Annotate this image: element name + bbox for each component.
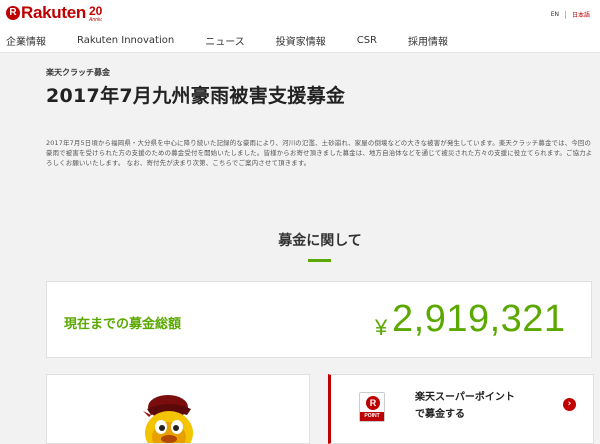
- article-body: 2017年7月5日頃から福岡県・大分県を中心に降り続いた記録的な豪雨により、河川…: [46, 139, 593, 167]
- donation-section-title: 募金に関して: [278, 233, 362, 249]
- page-title: 2017年7月九州豪雨被害支援募金: [46, 85, 346, 107]
- nav-item-careers[interactable]: 採用情報: [408, 33, 448, 48]
- currency-symbol: ¥: [375, 315, 388, 340]
- anniversary-number: 20: [88, 4, 103, 18]
- language-switcher: EN 日本語: [551, 10, 590, 19]
- nav-item-corporate[interactable]: 企業情報: [6, 33, 46, 48]
- mascot-card: [46, 374, 310, 444]
- point-icon-tag: POINT: [360, 412, 384, 421]
- anniversary-label: Anniv.: [88, 17, 103, 23]
- point-donation-line2: で募金する: [415, 409, 465, 420]
- point-icon-letter: R: [366, 396, 380, 410]
- nav-item-csr[interactable]: CSR: [357, 35, 377, 46]
- section-divider: [308, 259, 331, 262]
- nav-item-innovation[interactable]: Rakuten Innovation: [77, 35, 174, 46]
- donation-total-card: 現在までの募金総額 ¥ 2,919,321: [46, 281, 592, 358]
- nav-item-investors[interactable]: 投資家情報: [276, 33, 326, 48]
- chevron-right-icon[interactable]: ›: [563, 398, 576, 411]
- point-donation-label: 楽天スーパーポイント で募金する: [415, 389, 515, 423]
- anniversary-badge: 20 Anniv.: [89, 5, 103, 23]
- rakuten-logo[interactable]: R Rakuten 20 Anniv.: [6, 4, 103, 23]
- point-donation-line1: 楽天スーパーポイント: [415, 392, 515, 403]
- global-nav: 企業情報 Rakuten Innovation ニュース 投資家情報 CSR 採…: [0, 28, 600, 53]
- donation-total-value: 2,919,321: [392, 298, 566, 340]
- lang-en-link[interactable]: EN: [551, 11, 559, 18]
- nav-item-news[interactable]: ニュース: [205, 33, 245, 48]
- top-bar: R Rakuten 20 Anniv. EN 日本語: [0, 0, 600, 28]
- logo-text: Rakuten: [21, 3, 86, 22]
- point-donation-card[interactable]: R POINT 楽天スーパーポイント で募金する ›: [328, 374, 594, 444]
- rakuten-point-icon: R POINT: [359, 392, 385, 422]
- lang-ja-link[interactable]: 日本語: [572, 10, 590, 19]
- rakuten-r-icon: R: [6, 6, 20, 20]
- donation-total-label: 現在までの募金総額: [64, 317, 182, 332]
- mascot-image: [143, 395, 193, 443]
- lang-divider: [564, 10, 566, 19]
- page-kicker: 楽天クラッチ募金: [46, 68, 110, 77]
